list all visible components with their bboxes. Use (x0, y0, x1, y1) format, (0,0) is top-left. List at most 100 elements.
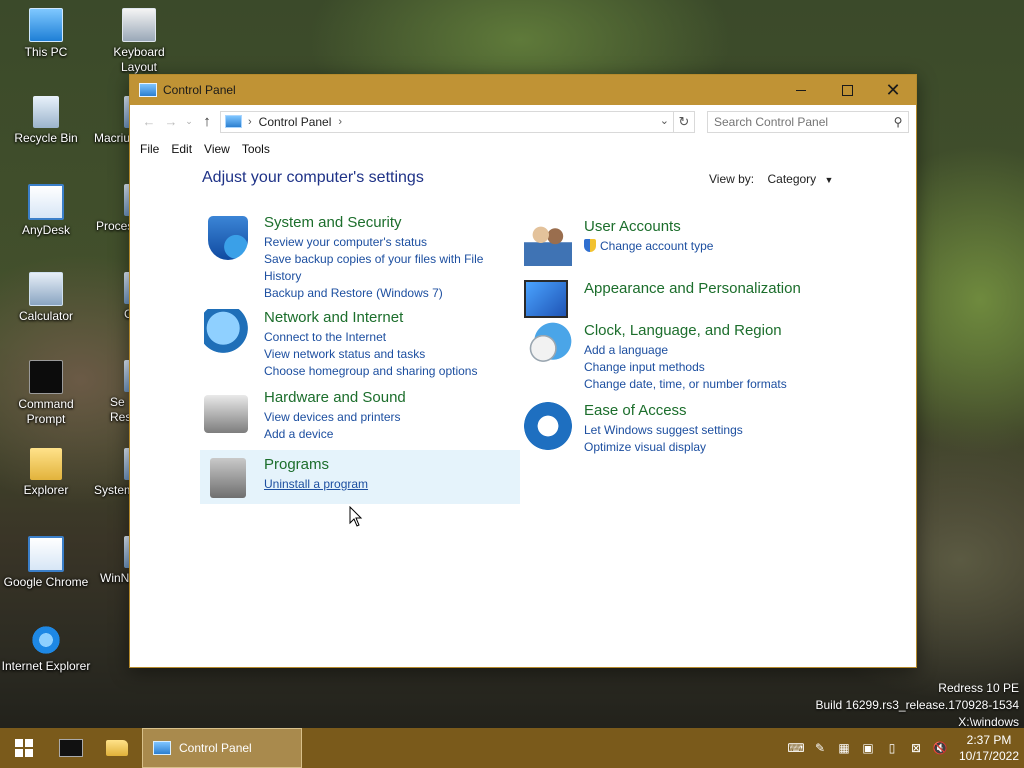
link-change-account-type[interactable]: Change account type (600, 239, 713, 253)
control-panel-icon (139, 83, 157, 97)
up-button[interactable]: ↑ (196, 113, 218, 130)
battery-icon[interactable]: ▯ (880, 741, 904, 755)
category-hardware-and-sound: Hardware and Sound View devices and prin… (204, 389, 520, 445)
link-suggest-settings[interactable]: Let Windows suggest settings (584, 422, 834, 439)
command-prompt-icon (59, 739, 83, 757)
forward-button[interactable]: → (160, 114, 182, 129)
maximize-button[interactable] (824, 75, 870, 105)
category-title-ease-of-access[interactable]: Ease of Access (584, 402, 834, 420)
network-globe-icon (204, 309, 252, 357)
volume-muted-icon[interactable]: 🔇 (928, 741, 952, 755)
navigation-bar: ← → ⌄ ↑ › Control Panel › ⌄ ↻ ⚲ (130, 105, 916, 138)
refresh-button[interactable]: ↻ (674, 110, 695, 133)
menu-edit[interactable]: Edit (165, 142, 198, 156)
link-connect-internet[interactable]: Connect to the Internet (264, 329, 514, 346)
start-button[interactable] (0, 728, 48, 768)
link-file-history[interactable]: Save backup copies of your files with Fi… (264, 251, 514, 285)
back-arrow-icon: ← (142, 114, 156, 129)
category-user-accounts: User Accounts Change account type (524, 218, 824, 266)
breadcrumb-control-panel[interactable]: Control Panel (259, 115, 332, 129)
link-change-account-type-row[interactable]: Change account type (584, 238, 834, 255)
desktop-icon-calculator[interactable]: Calculator (1, 272, 91, 324)
display-icon[interactable]: ▣ (856, 741, 880, 755)
computer-icon (29, 8, 63, 42)
category-programs[interactable]: Programs Uninstall a program (200, 450, 520, 504)
category-title-appearance[interactable]: Appearance and Personalization (584, 280, 834, 298)
breadcrumb-separator-icon[interactable]: › (338, 116, 342, 128)
address-bar[interactable]: › Control Panel › ⌄ (220, 110, 674, 133)
link-date-time-formats[interactable]: Change date, time, or number formats (584, 376, 834, 393)
category-clock-language-region: Clock, Language, and Region Add a langua… (524, 322, 824, 394)
desktop-icon-google-chrome[interactable]: Google Chrome (1, 536, 91, 590)
back-button[interactable]: ← (138, 114, 160, 129)
menu-bar: File Edit View Tools (130, 138, 916, 160)
monitor-palette-icon (524, 280, 568, 318)
desktop-icon-keyboard-layout[interactable]: Keyboard Layout (94, 8, 184, 75)
app-icon (28, 536, 64, 572)
close-icon: ✕ (885, 79, 901, 100)
category-title-clock-language-region[interactable]: Clock, Language, and Region (584, 322, 834, 340)
taskbar-command-prompt[interactable] (48, 728, 94, 768)
chevron-down-icon[interactable]: ▼ (825, 175, 834, 185)
address-dropdown-icon[interactable]: ⌄ (660, 114, 669, 127)
link-backup-restore[interactable]: Backup and Restore (Windows 7) (264, 285, 514, 302)
desktop-icon-recycle-bin[interactable]: Recycle Bin (1, 96, 91, 146)
search-input[interactable] (708, 113, 888, 130)
page-title: Adjust your computer's settings (202, 169, 424, 186)
category-title-hardware-and-sound[interactable]: Hardware and Sound (264, 389, 514, 407)
uac-shield-icon (584, 239, 596, 252)
windows-logo-icon (15, 739, 33, 757)
search-icon[interactable]: ⚲ (888, 115, 908, 129)
link-devices-printers[interactable]: View devices and printers (264, 409, 514, 426)
minimize-button[interactable] (778, 75, 824, 105)
maximize-icon (841, 84, 853, 96)
color-palette-icon[interactable]: ▦ (832, 741, 856, 755)
view-by: View by: Category ▼ (709, 172, 833, 186)
link-review-status[interactable]: Review your computer's status (264, 234, 514, 251)
minimize-icon (796, 89, 806, 91)
pen-tool-icon[interactable]: ✎ (808, 741, 832, 755)
system-tray: ⌨ ✎ ▦ ▣ ▯ ⊠ 🔇 2:37 PM 10/17/2022 (784, 728, 1024, 768)
category-title-programs[interactable]: Programs (264, 456, 514, 474)
window-title: Control Panel (163, 83, 236, 97)
title-bar[interactable]: Control Panel ✕ (130, 75, 916, 105)
taskbar-explorer[interactable] (94, 728, 140, 768)
search-box[interactable]: ⚲ (707, 110, 909, 133)
link-optimize-display[interactable]: Optimize visual display (584, 439, 834, 456)
control-panel-window: Control Panel ✕ ← → ⌄ ↑ › Control Panel … (129, 74, 917, 668)
desktop-icon-command-prompt[interactable]: Command Prompt (1, 360, 91, 427)
link-add-device[interactable]: Add a device (264, 426, 514, 443)
breadcrumb-separator-icon[interactable]: › (248, 116, 252, 128)
category-title-network-and-internet[interactable]: Network and Internet (264, 309, 514, 327)
folder-icon (106, 740, 128, 756)
control-panel-icon (153, 741, 171, 755)
link-input-methods[interactable]: Change input methods (584, 359, 834, 376)
clock[interactable]: 2:37 PM 10/17/2022 (954, 732, 1024, 764)
recent-locations-button[interactable]: ⌄ (182, 116, 196, 127)
app-icon (28, 184, 64, 220)
up-arrow-icon: ↑ (203, 113, 211, 130)
desktop-icon-explorer[interactable]: Explorer (1, 448, 91, 498)
menu-file[interactable]: File (134, 142, 165, 156)
desktop-icon-this-pc[interactable]: This PC (1, 8, 91, 60)
link-network-status[interactable]: View network status and tasks (264, 346, 514, 363)
taskbar-control-panel[interactable]: Control Panel (142, 728, 302, 768)
users-icon (524, 218, 572, 266)
link-homegroup-sharing[interactable]: Choose homegroup and sharing options (264, 363, 514, 380)
close-button[interactable]: ✕ (870, 75, 916, 105)
os-watermark: Redress 10 PE Build 16299.rs3_release.17… (816, 680, 1020, 731)
category-title-user-accounts[interactable]: User Accounts (584, 218, 834, 236)
link-uninstall-program[interactable]: Uninstall a program (264, 476, 514, 493)
desktop-icon-internet-explorer[interactable]: Internet Explorer (1, 624, 91, 674)
chevron-down-icon: ⌄ (185, 116, 193, 126)
menu-tools[interactable]: Tools (236, 142, 276, 156)
desktop-icon-anydesk[interactable]: AnyDesk (1, 184, 91, 238)
keyboard-icon[interactable]: ⌨ (784, 741, 808, 755)
network-disconnected-icon[interactable]: ⊠ (904, 741, 928, 755)
category-title-system-and-security[interactable]: System and Security (264, 214, 514, 232)
command-prompt-icon (29, 360, 63, 394)
menu-view[interactable]: View (198, 142, 236, 156)
taskbar: Control Panel ⌨ ✎ ▦ ▣ ▯ ⊠ 🔇 2:37 PM 10/1… (0, 728, 1024, 768)
link-add-language[interactable]: Add a language (584, 342, 834, 359)
view-by-dropdown[interactable]: Category (767, 172, 816, 186)
